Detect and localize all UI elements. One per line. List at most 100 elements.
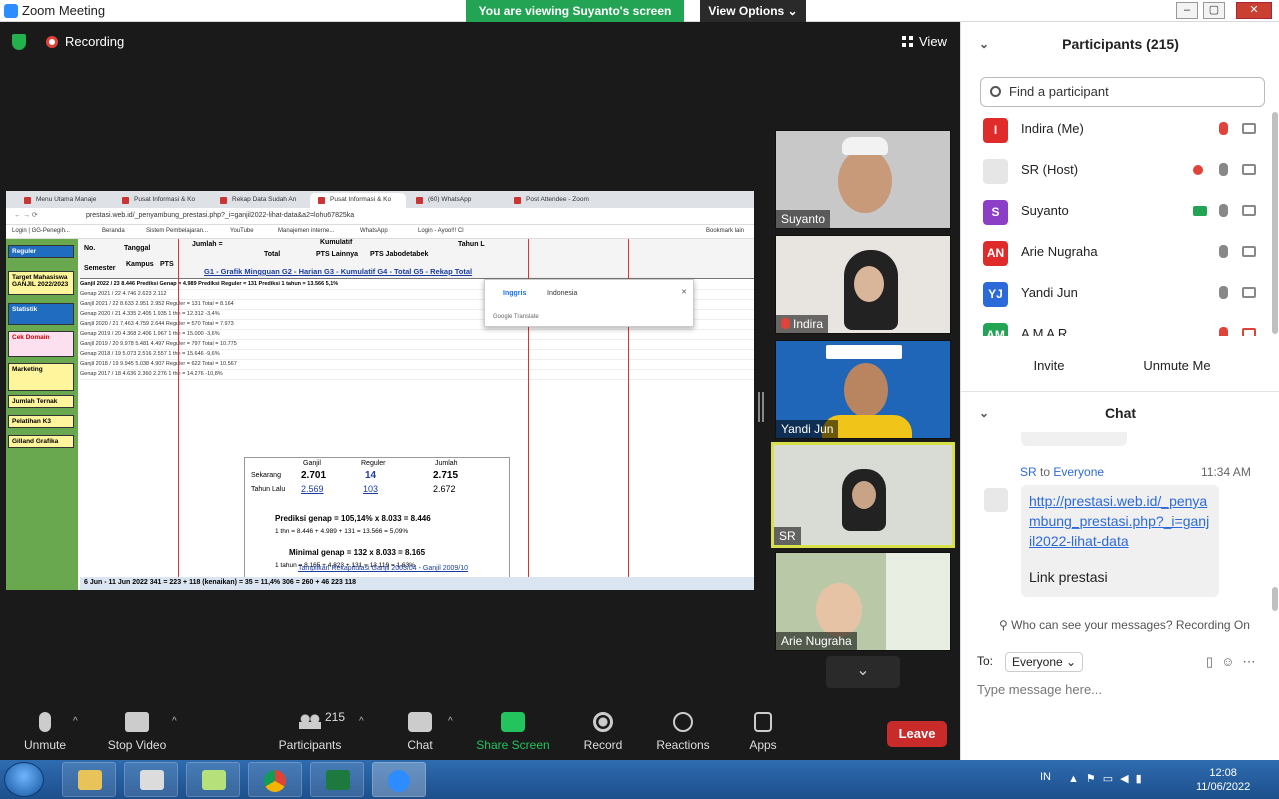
taskbar-zoom[interactable]	[372, 762, 426, 797]
participant-row[interactable]: SR (Host)	[961, 150, 1271, 191]
view-options-button[interactable]: View Options ⌄	[700, 0, 806, 22]
collapse-chevron-icon[interactable]: ⌄	[979, 393, 989, 433]
chevron-up-icon[interactable]: ^	[73, 716, 78, 727]
language-indicator[interactable]: IN	[1040, 771, 1051, 783]
video-tile-sr-active-speaker[interactable]: SR	[771, 442, 955, 548]
browser-url[interactable]: prestasi.web.id/_penyambung_prestasi.php…	[86, 212, 354, 219]
apps-button[interactable]: Apps	[718, 712, 808, 752]
taskbar-clock[interactable]: 12:08 11/06/2022	[1196, 766, 1250, 794]
leave-button[interactable]: Leave	[887, 721, 947, 747]
chat-recipient-select[interactable]: Everyone ⌄	[1005, 652, 1084, 672]
summary-col: Reguler	[361, 460, 386, 467]
chat-visibility-notice[interactable]: ⚲ Who can see your messages? Recording O…	[999, 618, 1250, 632]
video-tile-indira[interactable]: Indira	[775, 235, 951, 334]
sidebar-link[interactable]: Reguler	[8, 245, 74, 258]
table-row: Genap 2019 / 20 4.368 2.406 1.967 1 thn …	[80, 331, 754, 341]
windows-start-icon[interactable]	[4, 762, 44, 797]
participant-row[interactable]: AM A M A R	[961, 314, 1271, 336]
sidebar-link[interactable]: Gilland Grafika	[8, 435, 74, 448]
browser-address-bar[interactable]: ← → ⟳ prestasi.web.id/_penyambung_presta…	[6, 208, 754, 225]
chat-sender[interactable]: SR	[1020, 465, 1037, 479]
stop-video-button[interactable]: Stop Video ^	[92, 712, 182, 752]
participant-row[interactable]: YJ Yandi Jun	[961, 273, 1271, 314]
video-tile-arie-nugraha[interactable]: Arie Nugraha	[775, 552, 951, 651]
system-tray-icons[interactable]: ▲⚑▭◀▮	[1068, 772, 1149, 785]
record-button[interactable]: Record	[558, 712, 648, 752]
muted-mic-icon	[781, 318, 790, 329]
video-tile-yandi-jun[interactable]: Yandi Jun	[775, 340, 951, 439]
taskbar-explorer[interactable]	[62, 762, 116, 797]
sidebar-link[interactable]: Jumlah Ternak	[8, 395, 74, 408]
browser-tab-active[interactable]: Pusat Informasi & Ko	[310, 193, 406, 208]
browser-tab[interactable]: Pusat Informasi & Ko	[114, 193, 210, 208]
person-icon: ⚲	[999, 618, 1012, 632]
bookmark[interactable]: Login | GG-Penegih...	[12, 228, 70, 234]
unmute-button[interactable]: Unmute ^	[0, 712, 90, 752]
reactions-button[interactable]: Reactions	[638, 712, 728, 752]
translate-lang-2[interactable]: Indonesia	[547, 290, 577, 297]
chat-message-input[interactable]: Type message here...	[977, 682, 1102, 697]
chevron-up-icon[interactable]: ^	[172, 716, 177, 727]
splitter-handle[interactable]	[758, 392, 764, 422]
chevron-up-icon[interactable]: ^	[359, 716, 364, 727]
bookmark[interactable]: WhatsApp	[360, 228, 388, 234]
summary-value: 2.715	[433, 470, 459, 481]
sidebar-link[interactable]: Target Mahasiswa GANJIL 2022/2023	[8, 271, 74, 295]
bookmark[interactable]: Login - Ayoo!!! Cl	[418, 228, 464, 234]
emoji-icon[interactable]: ☺	[1221, 654, 1242, 669]
taskbar-snipping[interactable]	[124, 762, 178, 797]
video-tile-suyanto[interactable]: Suyanto	[775, 130, 951, 229]
recording-label: Recording	[65, 34, 125, 49]
bookmark[interactable]: Bookmark lain	[706, 228, 744, 234]
sidebar-link[interactable]: Marketing	[8, 363, 74, 391]
taskbar-excel[interactable]	[310, 762, 364, 797]
file-icon[interactable]: ▯	[1206, 654, 1221, 669]
video-name-label: Yandi Jun	[776, 420, 839, 438]
bookmark[interactable]: YouTube	[230, 228, 254, 234]
nav-arrows-icon[interactable]: ← → ⟳	[14, 211, 38, 219]
browser-tab[interactable]: (60) WhatsApp	[408, 193, 504, 208]
bookmark[interactable]: Manajemen interne...	[278, 228, 334, 234]
taskbar-chrome[interactable]	[248, 762, 302, 797]
unmute-me-button[interactable]: Unmute Me	[1136, 353, 1218, 379]
share-screen-button[interactable]: Share Screen	[468, 712, 558, 752]
translate-lang-1[interactable]: Inggris	[503, 290, 526, 297]
graph-links[interactable]: G1 - Grafik Mingguan G2 - Harian G3 - Ku…	[204, 267, 472, 276]
participant-row[interactable]: S Suyanto	[961, 191, 1271, 232]
sidebar-link[interactable]: Statistik	[8, 303, 74, 325]
sheet-header: No. Semester Tanggal Kampus PTS Jumlah =…	[80, 239, 754, 279]
participant-row[interactable]: AN Arie Nugraha	[961, 232, 1271, 273]
bookmark[interactable]: Beranda	[102, 228, 125, 234]
summary-value: 103	[363, 484, 379, 494]
security-shield-icon[interactable]	[12, 34, 26, 50]
chat-button[interactable]: Chat ^	[375, 712, 465, 752]
chat-link[interactable]: http://prestasi.web.id/_penyambung_prest…	[1029, 491, 1211, 551]
side-panel: ⌄ Participants (215) Find a participant …	[960, 22, 1279, 760]
browser-tab[interactable]: Menu Utama Manaje	[16, 193, 112, 208]
browser-tab[interactable]: Post Attendee - Zoom	[506, 193, 614, 208]
translate-close-icon[interactable]: ✕	[681, 288, 687, 296]
taskbar-sticky[interactable]	[186, 762, 240, 797]
bookmark[interactable]: Sistem Pembelajaran...	[146, 228, 208, 234]
invite-button[interactable]: Invite	[1019, 353, 1079, 379]
web-page: Reguler Target Mahasiswa GANJIL 2022/202…	[6, 239, 754, 590]
participants-button[interactable]: 215 Participants ^	[265, 710, 364, 752]
participant-row[interactable]: I Indira (Me)	[961, 109, 1271, 150]
participant-video	[816, 583, 862, 637]
tampilkan-link[interactable]: Tampilkan Rekapitulasi Ganjil 2003/04 - …	[298, 565, 468, 572]
maximize-icon[interactable]: ▢	[1203, 2, 1225, 19]
browser-tab[interactable]: Rekap Data Sudah An	[212, 193, 308, 208]
video-camera-icon	[1242, 246, 1256, 257]
close-icon[interactable]: ✕	[1236, 2, 1272, 19]
view-button[interactable]: View	[902, 34, 947, 49]
chevron-up-icon[interactable]: ^	[448, 716, 453, 727]
sidebar-link[interactable]: Cek Domain	[8, 331, 74, 357]
more-icon[interactable]: ⋯	[1242, 654, 1263, 669]
participant-search-input[interactable]: Find a participant	[980, 77, 1265, 107]
minimize-icon[interactable]: –	[1176, 2, 1198, 19]
scroll-down-icon[interactable]: ⌄	[826, 656, 900, 688]
collapse-chevron-icon[interactable]: ⌄	[979, 24, 989, 64]
sidebar-link[interactable]: Pelatihan K3	[8, 415, 74, 428]
participants-scrollbar[interactable]	[1272, 112, 1278, 334]
chat-scrollbar[interactable]	[1272, 587, 1278, 611]
